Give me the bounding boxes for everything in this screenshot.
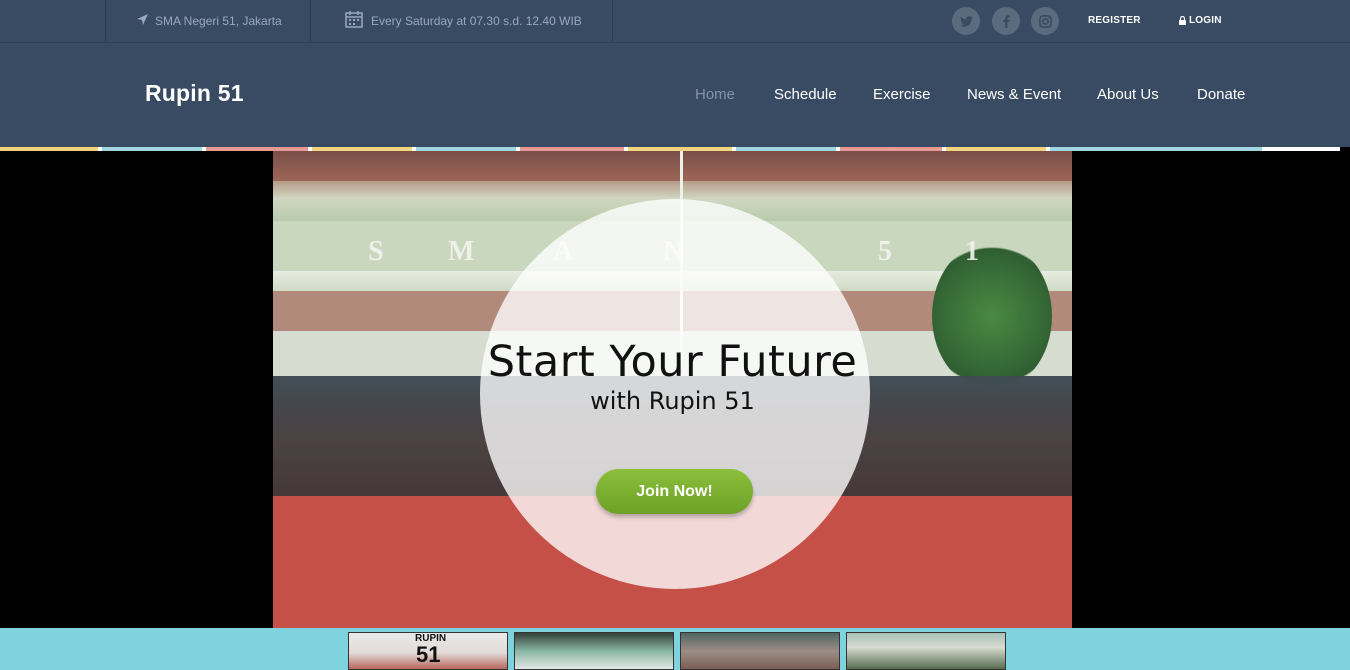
login-label: LOGIN xyxy=(1189,15,1222,26)
nav-home[interactable]: Home xyxy=(695,86,735,103)
top-bar: SMA Negeri 51, Jakarta Every Saturday at… xyxy=(0,0,1350,43)
wall-letter: 1 xyxy=(965,236,979,267)
twitter-link[interactable] xyxy=(952,7,980,35)
hero-subtitle: with Rupin 51 xyxy=(590,387,755,415)
stripe-segment xyxy=(1262,147,1340,151)
login-link[interactable]: LOGIN xyxy=(1179,15,1222,26)
stripe-segment xyxy=(1050,147,1262,151)
stripe-segment xyxy=(102,147,202,151)
navigation-arrow-icon xyxy=(137,14,148,25)
facebook-link[interactable] xyxy=(992,7,1020,35)
nav-donate[interactable]: Donate xyxy=(1197,86,1245,103)
thumbnail-logo-number: 51 xyxy=(416,642,441,667)
hero-slide: S M A N 5 1 Start Your Future with Rupin… xyxy=(273,151,1072,628)
register-link[interactable]: REGISTER xyxy=(1088,15,1141,26)
slide-thumbnail-3[interactable] xyxy=(680,632,840,670)
instagram-icon xyxy=(1038,14,1052,28)
nav-exercise[interactable]: Exercise xyxy=(873,86,931,103)
thumbnail-strip: RUPIN 51 xyxy=(0,628,1350,670)
location-text: SMA Negeri 51, Jakarta xyxy=(155,14,282,28)
wall-letter: 5 xyxy=(878,236,892,267)
twitter-icon xyxy=(959,15,973,27)
instagram-link[interactable] xyxy=(1031,7,1059,35)
hero-title: Start Your Future xyxy=(487,337,858,387)
slide-thumbnail-4[interactable] xyxy=(846,632,1006,670)
facebook-icon xyxy=(1002,14,1010,28)
nav-news-event[interactable]: News & Event xyxy=(967,86,1061,103)
slide-thumbnail-2[interactable] xyxy=(514,632,674,670)
schedule-info: Every Saturday at 07.30 s.d. 12.40 WIB xyxy=(311,0,613,42)
schedule-text: Every Saturday at 07.30 s.d. 12.40 WIB xyxy=(371,14,582,28)
register-label: REGISTER xyxy=(1088,15,1141,26)
site-brand[interactable]: Rupin 51 xyxy=(145,80,244,107)
main-navbar: Rupin 51 Home Schedule Exercise News & E… xyxy=(0,43,1350,147)
location-info: SMA Negeri 51, Jakarta xyxy=(105,0,311,42)
wall-letter: S xyxy=(368,236,384,267)
slide-thumbnail-1[interactable]: RUPIN 51 xyxy=(348,632,508,670)
lock-icon xyxy=(1179,16,1186,25)
nav-schedule[interactable]: Schedule xyxy=(774,86,837,103)
wall-letter: M xyxy=(448,236,475,267)
stripe-segment xyxy=(0,147,98,151)
calendar-icon xyxy=(345,11,363,28)
join-now-button[interactable]: Join Now! xyxy=(596,469,753,514)
nav-about-us[interactable]: About Us xyxy=(1097,86,1159,103)
hero-photo-roof xyxy=(273,151,1072,181)
